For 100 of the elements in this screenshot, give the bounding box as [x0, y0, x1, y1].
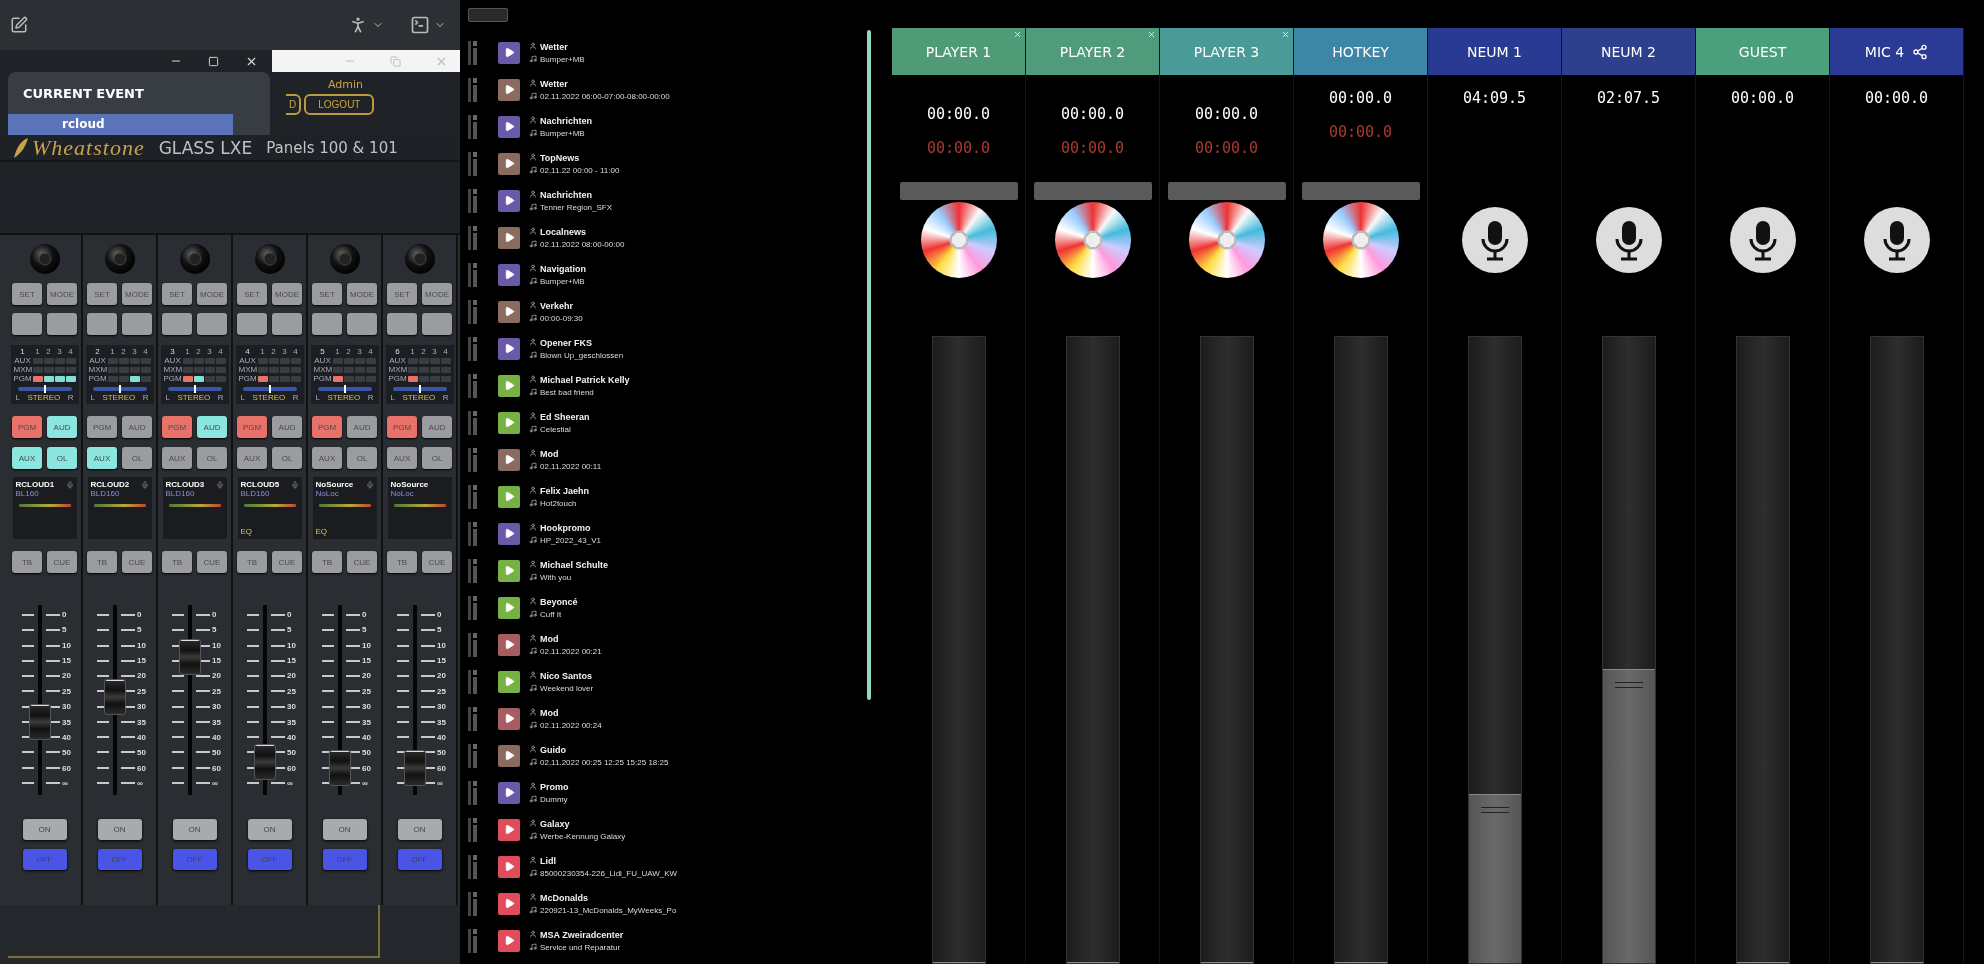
fader-thumb[interactable] — [254, 743, 277, 780]
player-tab[interactable]: HOTKEY — [1294, 28, 1427, 75]
bus-assign-cell[interactable] — [54, 357, 65, 364]
bus-assign-cell[interactable] — [193, 366, 204, 373]
bus-assign-cell[interactable] — [257, 357, 268, 364]
gain-knob[interactable] — [403, 243, 436, 275]
setup-button[interactable]: SET — [237, 283, 267, 305]
talk-button[interactable]: CUE — [122, 551, 152, 573]
bus-assign-cell[interactable] — [354, 357, 365, 364]
play-button[interactable] — [498, 374, 520, 397]
setup-button[interactable]: SET — [162, 283, 192, 305]
fader-track[interactable] — [1333, 336, 1388, 964]
channel-switch[interactable]: ON — [322, 819, 367, 840]
gain-knob[interactable] — [103, 243, 136, 275]
bus-assign-cell[interactable] — [418, 375, 429, 382]
setup-button[interactable]: MODE — [347, 283, 377, 305]
bus-assign-cell[interactable] — [32, 366, 43, 373]
bus-assign-cell[interactable] — [107, 366, 118, 373]
play-button[interactable] — [498, 744, 520, 767]
routing-button[interactable]: AUD — [422, 416, 452, 438]
bus-assign-cell[interactable] — [365, 366, 376, 373]
blank-button[interactable] — [312, 313, 342, 335]
fader-thumb[interactable] — [404, 749, 427, 786]
player-tab[interactable]: PLAYER 1 — [892, 28, 1025, 75]
routing-button[interactable]: OL — [272, 447, 302, 469]
play-button[interactable] — [498, 892, 520, 915]
play-button[interactable] — [498, 78, 520, 101]
gain-knob[interactable] — [253, 243, 286, 275]
pan-slider[interactable] — [242, 387, 297, 391]
channel-switch[interactable]: OFF — [322, 849, 367, 870]
event-item[interactable]: rcloud — [8, 114, 233, 135]
blank-button[interactable] — [162, 313, 192, 335]
bus-assign-cell[interactable] — [279, 375, 290, 382]
bus-assign-cell[interactable] — [407, 366, 418, 373]
bus-assign-cell[interactable] — [343, 375, 354, 382]
bus-assign-cell[interactable] — [182, 375, 193, 382]
bus-assign-cell[interactable] — [440, 375, 451, 382]
routing-button[interactable]: AUD — [47, 416, 77, 438]
channel-switch[interactable]: ON — [22, 819, 67, 840]
pan-slider[interactable] — [317, 387, 372, 391]
bus-assign-cell[interactable] — [268, 357, 279, 364]
routing-button[interactable]: AUX — [162, 447, 192, 469]
bus-assign-cell[interactable] — [332, 366, 343, 373]
pan-thumb[interactable] — [268, 385, 271, 393]
bus-assign-cell[interactable] — [140, 375, 151, 382]
bus-assign-cell[interactable] — [343, 366, 354, 373]
play-button[interactable] — [498, 189, 520, 212]
fader-track[interactable] — [1065, 336, 1120, 964]
bus-assign-cell[interactable] — [290, 357, 301, 364]
bus-assign-cell[interactable] — [118, 366, 129, 373]
pan-thumb[interactable] — [343, 385, 346, 393]
routing-button[interactable]: OL — [122, 447, 152, 469]
bus-assign-cell[interactable] — [354, 366, 365, 373]
play-button[interactable] — [498, 152, 520, 175]
bus-assign-cell[interactable] — [429, 366, 440, 373]
play-button[interactable] — [498, 929, 520, 952]
routing-button[interactable]: PGM — [12, 416, 42, 438]
play-button[interactable] — [498, 41, 520, 64]
bus-assign-cell[interactable] — [204, 366, 215, 373]
bus-assign-cell[interactable] — [204, 357, 215, 364]
bus-assign-cell[interactable] — [65, 366, 76, 373]
bus-assign-cell[interactable] — [365, 357, 376, 364]
edit-icon[interactable] — [10, 16, 28, 34]
bus-assign-cell[interactable] — [268, 375, 279, 382]
blank-button[interactable] — [197, 313, 227, 335]
fader-fill[interactable] — [1602, 668, 1655, 963]
bus-assign-cell[interactable] — [65, 357, 76, 364]
bus-assign-cell[interactable] — [332, 375, 343, 382]
routing-button[interactable]: AUX — [312, 447, 342, 469]
logout-button[interactable]: LOGOUT — [304, 94, 375, 115]
bus-assign-cell[interactable] — [215, 375, 226, 382]
routing-button[interactable]: OL — [197, 447, 227, 469]
fader-track[interactable] — [1199, 336, 1254, 964]
pan-slider[interactable] — [392, 387, 447, 391]
bus-assign-cell[interactable] — [182, 366, 193, 373]
play-button[interactable] — [498, 300, 520, 323]
player-tab[interactable]: NEUM 1 — [1428, 28, 1561, 75]
talk-button[interactable]: CUE — [272, 551, 302, 573]
bus-assign-cell[interactable] — [290, 375, 301, 382]
play-button[interactable] — [498, 411, 520, 434]
play-button[interactable] — [498, 855, 520, 878]
player-tab[interactable]: PLAYER 2 — [1026, 28, 1159, 75]
play-button[interactable] — [498, 263, 520, 286]
bus-assign-cell[interactable] — [268, 366, 279, 373]
bus-assign-cell[interactable] — [32, 357, 43, 364]
routing-button[interactable]: AUD — [197, 416, 227, 438]
routing-button[interactable]: PGM — [87, 416, 117, 438]
player-tab[interactable]: NEUM 2 — [1562, 28, 1695, 75]
player-tab[interactable]: MIC 4 — [1830, 28, 1963, 75]
play-button[interactable] — [498, 818, 520, 841]
player-tab[interactable]: GUEST — [1696, 28, 1829, 75]
fader-thumb[interactable] — [329, 749, 352, 786]
talk-button[interactable]: TB — [87, 551, 117, 573]
bus-assign-cell[interactable] — [429, 357, 440, 364]
setup-button[interactable]: MODE — [47, 283, 77, 305]
bus-assign-cell[interactable] — [182, 357, 193, 364]
talk-button[interactable]: CUE — [47, 551, 77, 573]
blank-button[interactable] — [12, 313, 42, 335]
channel-switch[interactable]: OFF — [172, 849, 217, 870]
bus-assign-cell[interactable] — [140, 357, 151, 364]
